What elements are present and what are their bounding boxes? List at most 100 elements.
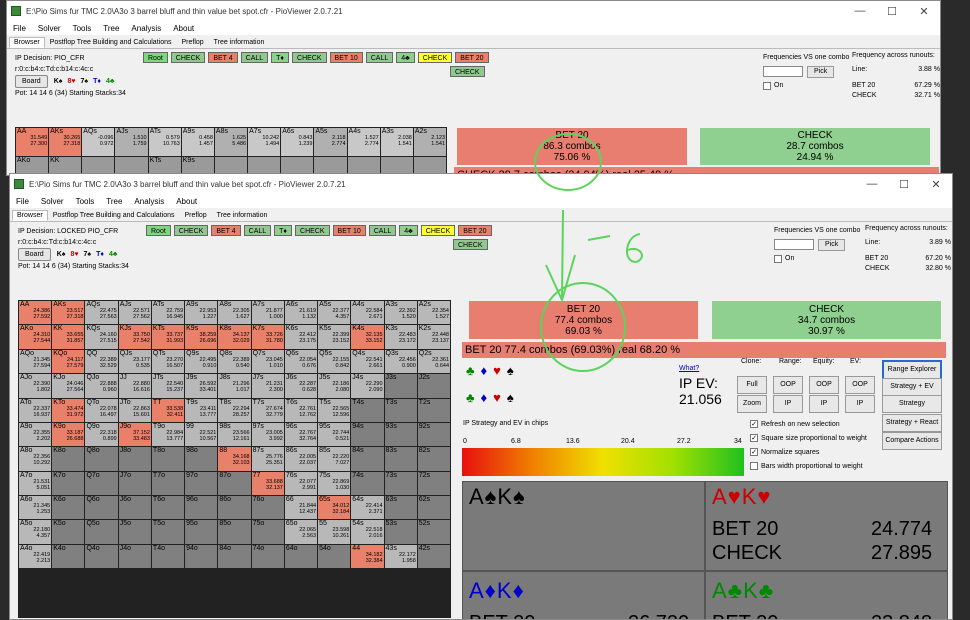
range-cell[interactable]: AA 24.386 27.592	[19, 301, 52, 325]
on-checkbox[interactable]	[774, 254, 782, 263]
combo-input[interactable]	[763, 66, 803, 77]
range-cell[interactable]: T9s 23.411 13.777	[185, 398, 218, 422]
range-cell[interactable]: Q9o 22.318 0.899	[85, 422, 118, 447]
range-ip-button[interactable]: IP	[773, 395, 803, 413]
range-cell[interactable]: 77 33.688 32.137	[251, 471, 284, 496]
range-cell[interactable]: KTs 33.737 31.993	[151, 325, 185, 349]
range-cell[interactable]: 86s 22.005 22.037	[284, 447, 318, 471]
nav-check[interactable]: CHECK	[170, 52, 206, 63]
range-cell[interactable]: JTo 22.863 15.601	[118, 398, 151, 422]
tab-tree-info[interactable]: Tree information	[212, 210, 273, 221]
normalize-checkbox[interactable]: ✓	[750, 448, 758, 457]
range-cell[interactable]: K4s 32.135 33.152	[351, 325, 384, 349]
range-cell[interactable]: KJs 33.750 27.542	[118, 325, 151, 349]
tab-postflop[interactable]: Postflop Tree Building and Calculations	[45, 37, 177, 48]
bars-width-checkbox[interactable]	[750, 462, 758, 471]
range-cell[interactable]: T4s	[351, 398, 384, 422]
range-cell[interactable]: 52s	[417, 520, 450, 544]
range-cell[interactable]: 98o	[185, 447, 218, 471]
combo-input[interactable]	[774, 239, 814, 250]
range-cell[interactable]: A3s 22.392 1.520	[384, 301, 417, 325]
range-cell[interactable]: J3s	[384, 374, 417, 398]
range-cell[interactable]: 97s 23.005 3.992	[251, 422, 284, 447]
nav-bet4[interactable]: BET 4	[208, 52, 238, 63]
bet-bar-2[interactable]: BET 20 77.4 combos 69.03 %	[469, 301, 698, 339]
range-cell[interactable]: Q5o	[85, 520, 118, 544]
menu-tree[interactable]: Tree	[106, 197, 122, 206]
range-cell[interactable]: KK 33.655 31.857	[52, 325, 85, 349]
menu-tools[interactable]: Tools	[76, 197, 95, 206]
range-cell[interactable]: 65s 34.012 32.184	[318, 496, 351, 520]
range-cell[interactable]: A9o 22.355 2.202	[19, 422, 52, 447]
range-cell[interactable]: A5o 22.180 4.357	[19, 520, 52, 544]
menu-solver[interactable]: Solver	[41, 197, 64, 206]
nav-call[interactable]: CALL	[243, 225, 272, 236]
range-cell[interactable]: A3s 2.038 1.541	[380, 128, 413, 156]
nav-call[interactable]: CALL	[240, 52, 269, 63]
range-cell[interactable]: 73s	[384, 471, 417, 496]
range-cell[interactable]: T9o 22.984 13.777	[151, 422, 185, 447]
range-cell[interactable]: A2s 22.354 1.527	[417, 301, 450, 325]
tab-browser[interactable]: Browser	[9, 37, 45, 48]
menu-tree[interactable]: Tree	[103, 24, 119, 33]
range-cell[interactable]: T5s 22.565 12.596	[318, 398, 351, 422]
range-cell[interactable]: 86o	[218, 496, 251, 520]
range-cell[interactable]: K6o	[52, 496, 85, 520]
range-cell[interactable]: 87s 25.776 25.351	[251, 447, 284, 471]
range-cell[interactable]: 84o	[218, 544, 251, 569]
range-cell[interactable]: 98s 23.566 12.161	[218, 422, 251, 447]
range-cell[interactable]: A7s 10.242 1.494	[248, 128, 281, 156]
range-cell[interactable]: A8s 1.625 5.486	[214, 128, 248, 156]
range-cell[interactable]: K8s 34.137 32.029	[218, 325, 251, 349]
nav-check-3[interactable]: CHECK	[417, 52, 453, 63]
nav-check[interactable]: CHECK	[173, 225, 209, 236]
range-cell[interactable]: A9s 0.458 1.457	[181, 128, 214, 156]
range-cell[interactable]: 96o	[185, 496, 218, 520]
range-cell[interactable]: 85s 22.220 7.027	[318, 447, 351, 471]
range-cell[interactable]: A7o 21.531 5.051	[19, 471, 52, 496]
range-cell[interactable]: J4o	[118, 544, 151, 569]
range-cell[interactable]: K6s 22.412 23.175	[284, 325, 318, 349]
range-cell[interactable]: Q8o	[85, 447, 118, 471]
pick-button[interactable]: Pick	[818, 239, 846, 252]
hand-cell-diamonds[interactable]: A♦K♦ BET 20 26.720	[462, 571, 705, 619]
range-cell[interactable]: K7o	[52, 471, 85, 496]
range-cell[interactable]: J8s 21.296 1.017	[218, 374, 251, 398]
range-cell[interactable]: Q9s 22.495 0.910	[185, 349, 218, 374]
range-cell[interactable]: A6o 21.345 1.253	[19, 496, 52, 520]
refresh-checkbox[interactable]: ✓	[750, 420, 758, 429]
range-cell[interactable]: T3s	[384, 398, 417, 422]
menu-about[interactable]: About	[176, 197, 197, 206]
range-cell[interactable]: K8o	[52, 447, 85, 471]
hand-cell-spades[interactable]: A♠K♠	[462, 481, 705, 571]
close-icon[interactable]: ✕	[920, 178, 952, 191]
range-cell[interactable]: 43s 22.172 1.958	[384, 544, 417, 569]
menu-analysis[interactable]: Analysis	[131, 24, 161, 33]
range-cell[interactable]: 76s 22.077 2.991	[284, 471, 318, 496]
range-cell[interactable]: 76o	[251, 496, 284, 520]
range-cell[interactable]: AQs -0.096 0.972	[82, 128, 115, 156]
range-cell[interactable]: K7s 33.726 31.780	[251, 325, 284, 349]
menu-tools[interactable]: Tools	[73, 24, 92, 33]
range-cell[interactable]: 75s 22.869 1.030	[318, 471, 351, 496]
range-cell[interactable]: A7s 21.877 1.000	[251, 301, 284, 325]
range-cell[interactable]: J5s 22.186 2.080	[318, 374, 351, 398]
range-cell[interactable]: KTo 33.474 31.972	[52, 398, 85, 422]
range-cell[interactable]: 95s 22.744 0.521	[318, 422, 351, 447]
range-cell[interactable]: T7s 27.674 32.779	[251, 398, 284, 422]
range-cell[interactable]: 74o	[251, 544, 284, 569]
range-cell[interactable]: J7s 21.231 2.300	[251, 374, 284, 398]
heart-icon[interactable]: ♥	[493, 390, 507, 405]
range-cell[interactable]: A5s 2.118 2.774	[314, 128, 347, 156]
range-cell[interactable]: ATs 22.759 16.945	[151, 301, 185, 325]
strategy-button[interactable]: Strategy	[882, 395, 942, 413]
menu-file[interactable]: File	[13, 24, 26, 33]
nav-bet20[interactable]: BET 20	[458, 225, 492, 236]
range-cell[interactable]: 97o	[185, 471, 218, 496]
range-cell[interactable]: QJo 22.888 0.960	[85, 374, 118, 398]
range-cell[interactable]: 94s	[351, 422, 384, 447]
range-cell[interactable]: Q6o	[85, 496, 118, 520]
range-cell[interactable]: 85o	[218, 520, 251, 544]
nav-bet20[interactable]: BET 20	[455, 52, 489, 63]
range-cell[interactable]: AQo 21.345 27.594	[19, 349, 52, 374]
